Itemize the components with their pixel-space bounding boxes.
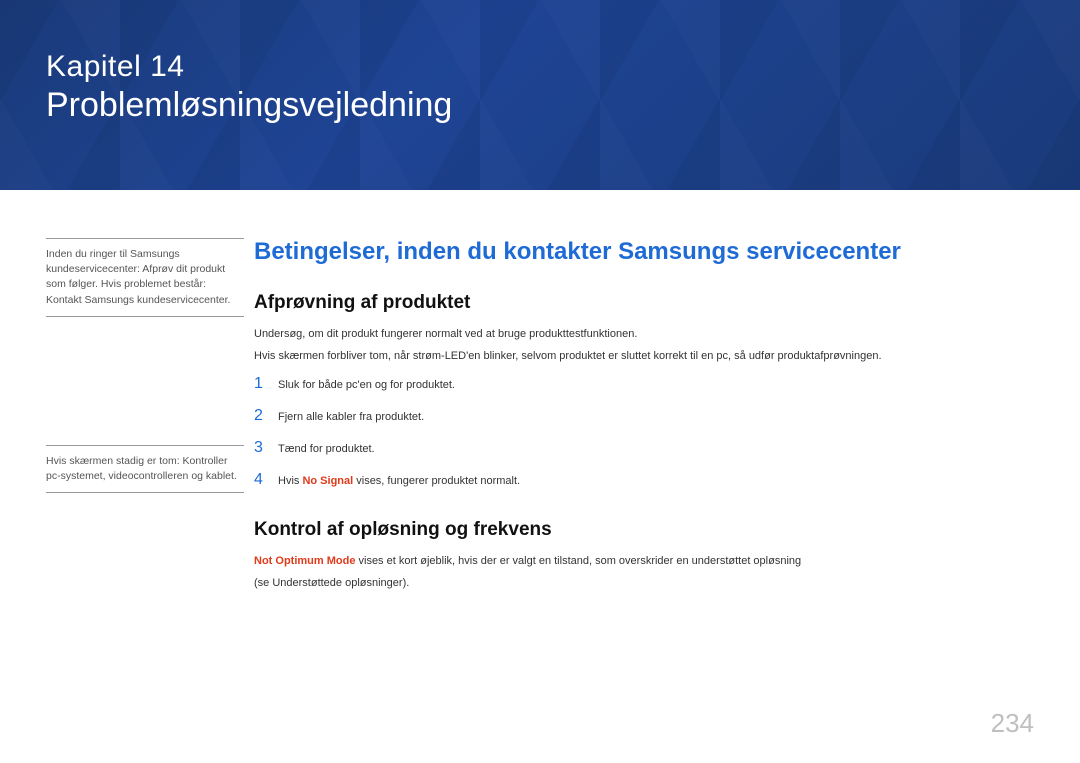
sidebar-note-2: Hvis skærmen stadig er tom: Kontroller p… [46,445,244,493]
paragraph: Not Optimum Mode vises et kort øjeblik, … [254,553,1034,571]
step-item: 3 Tænd for produktet. [254,439,1034,457]
chapter-header: Kapitel 14 Problemløsningsvejledning [0,0,1080,190]
content-area: Inden du ringer til Samsungs kundeservic… [0,190,1080,596]
sidebar-note-1: Inden du ringer til Samsungs kundeservic… [46,238,244,317]
subsection-heading: Afprøvning af produktet [254,292,1034,314]
step-list: 1 Sluk for både pc'en og for produktet. … [254,375,1034,489]
chapter-title: Problemløsningsvejledning [46,86,1080,125]
step-item: 2 Fjern alle kabler fra produktet. [254,407,1034,425]
bold-term: Not Optimum Mode [254,555,355,567]
sidebar: Inden du ringer til Samsungs kundeservic… [46,238,244,596]
section-heading-blue: Betingelser, inden du kontakter Samsungs… [254,238,1034,266]
document-page: Kapitel 14 Problemløsningsvejledning Ind… [0,0,1080,763]
step-number: 3 [254,439,278,457]
paragraph: (se Understøttede opløsninger). [254,575,1034,593]
step-text: Tænd for produktet. [278,443,375,455]
step-text: Sluk for både pc'en og for produktet. [278,379,455,391]
step-bold-term: No Signal [302,475,353,487]
section-resolution: Kontrol af opløsning og frekvens Not Opt… [254,519,1034,592]
step-number: 4 [254,471,278,489]
paragraph: Undersøg, om dit produkt fungerer normal… [254,326,1034,344]
step-text: Hvis No Signal vises, fungerer produktet… [278,475,520,487]
section-testing: Afprøvning af produktet Undersøg, om dit… [254,292,1034,489]
step-number: 1 [254,375,278,393]
paragraph: Hvis skærmen forbliver tom, når strøm-LE… [254,348,1034,366]
step-text: Fjern alle kabler fra produktet. [278,411,424,423]
subsection-heading: Kontrol af opløsning og frekvens [254,519,1034,541]
text-after-bold: vises et kort øjeblik, hvis der er valgt… [355,555,801,567]
page-number: 234 [991,708,1034,739]
step-item: 4 Hvis No Signal vises, fungerer produkt… [254,471,1034,489]
step-prefix: Hvis [278,475,302,487]
main-column: Betingelser, inden du kontakter Samsungs… [244,238,1034,596]
step-suffix: vises, fungerer produktet normalt. [353,475,520,487]
step-number: 2 [254,407,278,425]
chapter-label: Kapitel 14 [46,50,1080,84]
step-item: 1 Sluk for både pc'en og for produktet. [254,375,1034,393]
